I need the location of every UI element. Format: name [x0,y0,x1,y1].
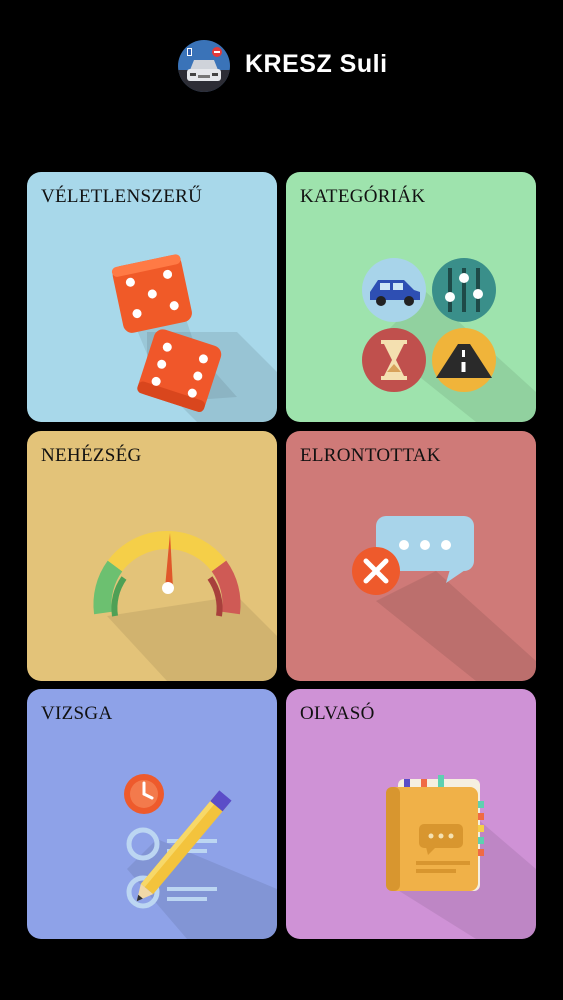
speedometer-icon [93,531,277,681]
tile-exam[interactable]: VIZSGA [27,689,277,939]
book-icon [386,775,536,939]
tile-label-difficulty: NEHÉZSÉG [41,445,142,466]
tile-label-exam: VIZSGA [41,703,113,724]
app-header: KRESZ Suli [0,38,563,94]
app-title: KRESZ Suli [245,50,388,78]
tile-label-mistakes: ELRONTOTTAK [300,445,441,466]
tile-difficulty[interactable]: NEHÉZSÉG [27,431,277,681]
tile-label-reader: OLVASÓ [300,703,375,724]
app-logo-icon [178,40,230,92]
tile-label-random: VÉLETLENSZERŰ [41,186,203,207]
tile-label-categories: KATEGÓRIÁK [300,186,426,207]
tile-random[interactable]: VÉLETLENSZERŰ [27,172,277,422]
categories-icon [362,258,536,422]
dice-icon [111,254,277,422]
wrong-answer-chat-icon [352,516,536,681]
tile-categories[interactable]: KATEGÓRIÁK [286,172,536,422]
tile-reader[interactable]: OLVASÓ [286,689,536,939]
exam-pencil-icon [124,774,277,939]
tile-mistakes[interactable]: ELRONTOTTAK [286,431,536,681]
